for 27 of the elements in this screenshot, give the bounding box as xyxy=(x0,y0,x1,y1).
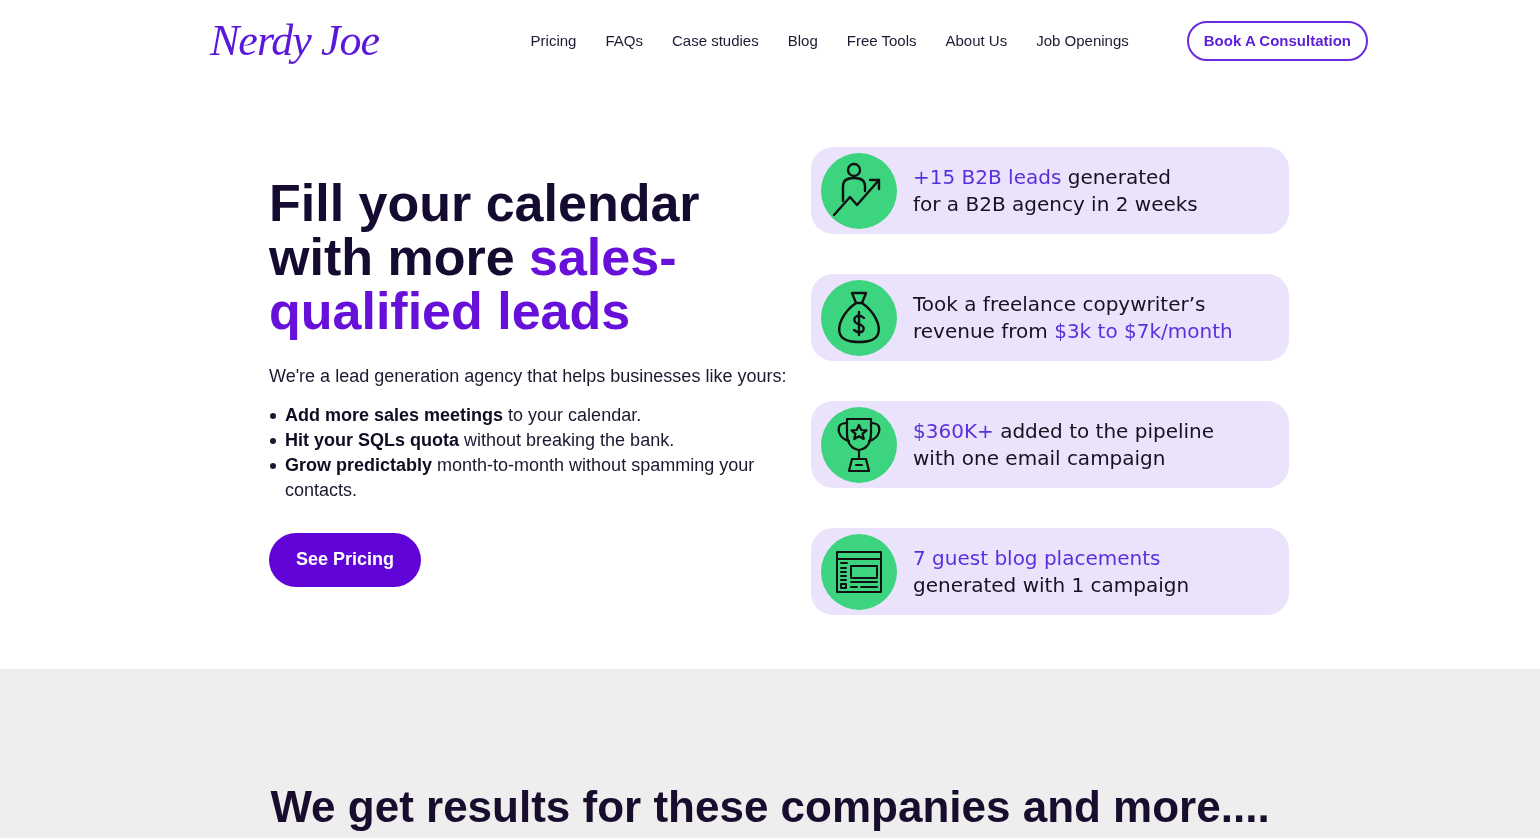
intro-text: We're a lead generation agency that helps businesses like yours: xyxy=(269,364,788,388)
nav-link[interactable]: Pricing xyxy=(530,29,577,53)
result-text: +15 B2B leads generated for a B2B agency in 2 weeks xyxy=(913,163,1198,218)
logo[interactable]: Nerdy Joe xyxy=(210,16,379,65)
hero-heading: Fill your calendar with more sales-qualified leads xyxy=(269,175,701,338)
person-chart-icon xyxy=(821,152,897,229)
bullet-text: Hit your SQLs quota without breaking the bank. xyxy=(285,428,676,452)
money-bag-icon xyxy=(821,279,897,356)
section-heading: We get results for these companies and more.... xyxy=(269,785,1271,829)
see-pricing-button[interactable]: See Pricing xyxy=(269,532,421,587)
bullet-text: Grow predictably month-to-month without spamming your contacts. xyxy=(285,453,756,502)
bullet-icon xyxy=(270,437,276,444)
bullet-text: Add more sales meetings to your calendar. xyxy=(285,403,643,427)
nav-link[interactable]: FAQs xyxy=(605,29,643,53)
result-text: 7 guest blog placements generated with 1 campaign xyxy=(913,544,1190,599)
nav-link[interactable]: Job Openings xyxy=(1036,29,1129,53)
nav-link[interactable]: Blog xyxy=(787,29,818,53)
nav-link[interactable]: About Us xyxy=(945,29,1008,53)
nav-link[interactable]: Case studies xyxy=(672,29,759,53)
book-consultation-button[interactable]: Book A Consultation xyxy=(1186,21,1368,61)
nav-link[interactable]: Free Tools xyxy=(846,29,917,53)
result-text: Took a freelance copywriter’s revenue from $3k to $7k/month xyxy=(913,290,1233,345)
result-text: $360K+ added to the pipeline with one email campaign xyxy=(913,417,1215,472)
bullet-icon xyxy=(270,462,276,469)
webpage-icon xyxy=(821,533,897,610)
trophy-icon xyxy=(821,406,897,483)
bullet-icon xyxy=(270,412,276,419)
